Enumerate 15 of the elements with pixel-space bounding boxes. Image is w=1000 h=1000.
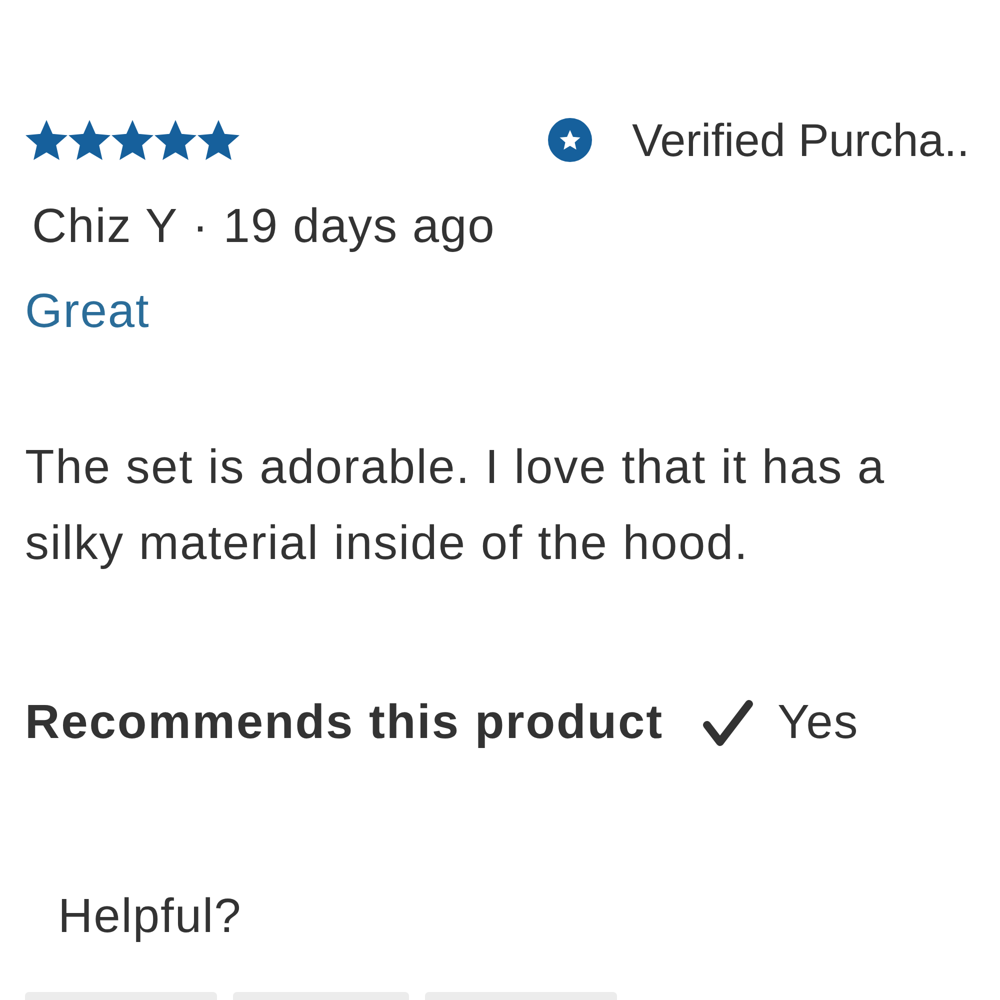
star-circle-icon: [548, 118, 592, 162]
star-icon: [68, 120, 111, 160]
star-icon: [25, 120, 68, 160]
review-title: Great: [25, 285, 150, 338]
star-icon: [111, 120, 154, 160]
recommends-answer: Yes: [778, 695, 859, 751]
recommends-label: Recommends this product: [25, 695, 664, 751]
separator-dot: ·: [192, 199, 210, 255]
review-date: 19 days ago: [223, 199, 496, 255]
verified-label: Verified Purcha..: [632, 113, 970, 168]
star-icon: [154, 120, 197, 160]
star-icon: [197, 120, 240, 160]
helpful-label: Helpful?: [58, 890, 242, 943]
reviewer-name: Chiz Y: [32, 199, 178, 255]
review-text: The set is adorable. I love that it has a silky material inside of the hood.: [25, 440, 886, 572]
